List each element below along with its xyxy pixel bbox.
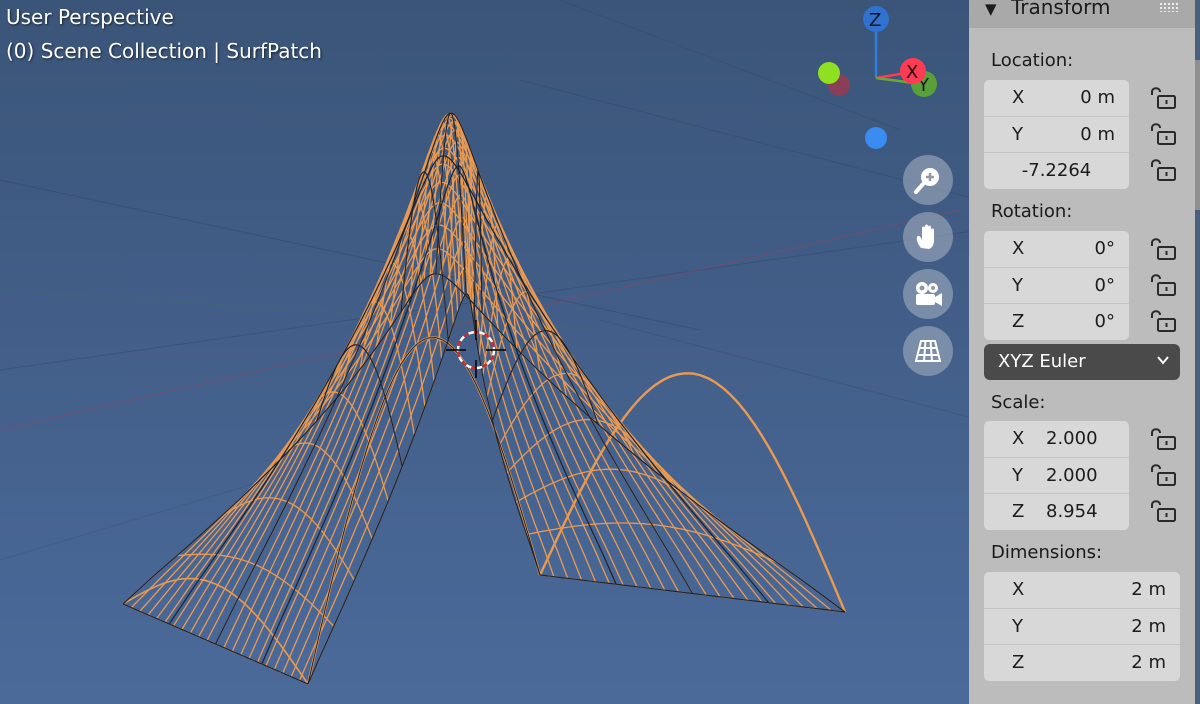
zoom-in-icon xyxy=(914,168,939,194)
dimensions-x-field[interactable]: X 2 m xyxy=(984,572,1180,608)
rotation-x-value: 0° xyxy=(1094,238,1115,259)
axis-label: X xyxy=(1012,238,1025,259)
dimensions-label: Dimensions: xyxy=(991,542,1103,563)
rotation-z-lock-icon[interactable] xyxy=(1149,308,1179,334)
scale-y-value: 2.000 xyxy=(1046,465,1098,486)
axis-label: Z xyxy=(1012,501,1025,522)
surface-wire-v xyxy=(164,163,777,623)
surface-wire-v xyxy=(248,141,638,659)
dimensions-y-field[interactable]: Y 2 m xyxy=(984,608,1180,644)
scale-x-value: 2.000 xyxy=(1046,428,1098,449)
scale-y-field[interactable]: Y 2.000 xyxy=(984,457,1129,493)
chevron-down-icon xyxy=(1157,356,1169,365)
scale-z-field[interactable]: Z 8.954 xyxy=(984,493,1129,530)
navigation-gizmo: Y Z X xyxy=(818,6,937,149)
scrollbar-thumb[interactable] xyxy=(1195,60,1200,210)
axis-label: X xyxy=(1012,579,1025,600)
axis-label: X xyxy=(1012,87,1025,108)
scale-z-value: 8.954 xyxy=(1046,501,1098,522)
panel-title: Transform xyxy=(1011,0,1111,19)
active-object-label: (0) Scene Collection | SurfPatch xyxy=(6,39,322,63)
rotation-y-field[interactable]: Y 0° xyxy=(984,267,1129,303)
surface-wire-v xyxy=(189,124,735,634)
location-y-lock-icon[interactable] xyxy=(1149,121,1179,147)
location-z-value: -7.2264 xyxy=(1021,160,1092,181)
axis-label: X xyxy=(1012,428,1025,449)
location-z-field[interactable]: -7.2264 xyxy=(984,152,1129,189)
axis-label: Y xyxy=(1012,275,1023,296)
rotation-y-lock-icon[interactable] xyxy=(1149,272,1179,298)
axis-label: Y xyxy=(1012,616,1023,637)
ortho-toggle-button[interactable] xyxy=(903,326,953,376)
axis-label: Z xyxy=(1012,652,1025,673)
dimensions-y-value: 2 m xyxy=(1131,616,1166,637)
location-x-value: 0 m xyxy=(1080,87,1115,108)
scale-x-field[interactable]: X 2.000 xyxy=(984,421,1129,457)
scale-z-lock-icon[interactable] xyxy=(1149,498,1179,524)
location-z-lock-icon[interactable] xyxy=(1149,157,1179,183)
drag-grip-icon[interactable] xyxy=(1159,2,1179,12)
rotation-mode-value: XYZ Euler xyxy=(998,351,1086,372)
rotation-y-value: 0° xyxy=(1094,275,1115,296)
rotation-z-field[interactable]: Z 0° xyxy=(984,303,1129,340)
rotation-z-value: 0° xyxy=(1094,311,1115,332)
panel-scrollbar[interactable] xyxy=(1195,0,1200,704)
scale-x-lock-icon[interactable] xyxy=(1149,426,1179,452)
rotation-x-lock-icon[interactable] xyxy=(1149,236,1179,262)
dimensions-z-field[interactable]: Z 2 m xyxy=(984,644,1180,681)
location-label: Location: xyxy=(991,50,1074,71)
collapse-arrow-icon[interactable]: ▼ xyxy=(985,0,997,18)
view-mode-label: User Perspective xyxy=(6,5,174,29)
gizmo-z-label: Z xyxy=(869,10,881,31)
axis-label: Y xyxy=(1012,124,1023,145)
surface-wire-v xyxy=(273,194,597,670)
gizmo-x-label: X xyxy=(906,62,918,83)
transform-panel-header[interactable]: ▼ Transform xyxy=(969,0,1195,28)
location-y-value: 0 m xyxy=(1080,124,1115,145)
pan-button[interactable] xyxy=(903,212,953,262)
hand-pan-icon xyxy=(916,224,934,249)
camera-icon xyxy=(916,282,942,306)
rotation-x-field[interactable]: X 0° xyxy=(984,231,1129,267)
surface-wire-v xyxy=(282,216,583,674)
dimensions-x-value: 2 m xyxy=(1131,579,1166,600)
dimensions-z-value: 2 m xyxy=(1131,652,1166,673)
location-y-field[interactable]: Y 0 m xyxy=(984,116,1129,152)
surface-wire-v xyxy=(223,114,680,648)
camera-view-button[interactable] xyxy=(903,269,953,319)
zoom-button[interactable] xyxy=(903,155,953,205)
scale-y-lock-icon[interactable] xyxy=(1149,462,1179,488)
rotation-label: Rotation: xyxy=(991,201,1073,222)
surface-wire-v xyxy=(181,134,749,630)
scale-label: Scale: xyxy=(991,392,1046,413)
location-x-field[interactable]: X 0 m xyxy=(984,80,1129,116)
rotation-mode-dropdown[interactable]: XYZ Euler xyxy=(984,344,1180,380)
axis-label: Z xyxy=(1012,311,1025,332)
location-x-lock-icon[interactable] xyxy=(1149,85,1179,111)
transform-panel: ▼ Transform Location: X 0 m Y 0 m -7.226… xyxy=(969,0,1195,704)
axis-label: Y xyxy=(1012,465,1023,486)
surface-wire-v xyxy=(172,147,763,627)
grid-ortho-icon xyxy=(914,340,942,362)
